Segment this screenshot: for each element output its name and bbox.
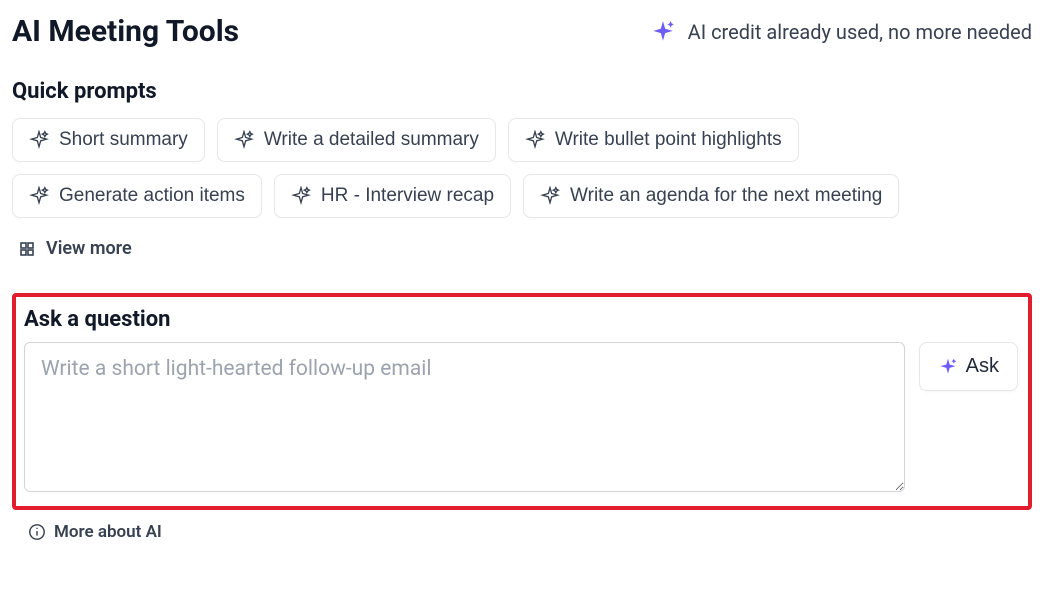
ask-button[interactable]: Ask	[919, 342, 1018, 391]
page-title: AI Meeting Tools	[12, 14, 239, 49]
sparkle-icon	[29, 186, 49, 206]
view-more-button[interactable]: View more	[12, 230, 138, 267]
sparkle-icon	[938, 357, 958, 377]
ask-heading: Ask a question	[24, 307, 1018, 332]
ask-button-label: Ask	[966, 355, 999, 378]
prompt-label: Generate action items	[59, 185, 245, 207]
sparkle-icon	[650, 19, 676, 45]
more-about-ai-label: More about AI	[54, 522, 162, 542]
sparkle-icon	[525, 130, 545, 150]
prompt-bullet-highlights[interactable]: Write bullet point highlights	[508, 118, 799, 162]
sparkle-icon	[291, 186, 311, 206]
prompt-label: Write an agenda for the next meeting	[570, 185, 882, 207]
quick-prompts-heading: Quick prompts	[12, 79, 1032, 104]
prompt-label: HR - Interview recap	[321, 185, 494, 207]
prompt-label: Short summary	[59, 129, 188, 151]
ask-question-section: Ask a question Ask	[12, 293, 1032, 510]
prompt-hr-interview-recap[interactable]: HR - Interview recap	[274, 174, 511, 218]
sparkle-icon	[540, 186, 560, 206]
info-icon	[28, 523, 46, 541]
prompt-label: Write a detailed summary	[264, 129, 479, 151]
quick-prompts-list: Short summary Write a detailed summary W…	[12, 118, 952, 267]
prompt-label: Write bullet point highlights	[555, 129, 782, 151]
prompt-agenda-next-meeting[interactable]: Write an agenda for the next meeting	[523, 174, 899, 218]
sparkle-icon	[234, 130, 254, 150]
credit-status: AI credit already used, no more needed	[650, 19, 1032, 45]
grid-icon	[18, 240, 36, 258]
sparkle-icon	[29, 130, 49, 150]
more-about-ai-link[interactable]: More about AI	[28, 522, 162, 542]
ask-input[interactable]	[24, 342, 905, 492]
prompt-detailed-summary[interactable]: Write a detailed summary	[217, 118, 496, 162]
prompt-short-summary[interactable]: Short summary	[12, 118, 205, 162]
view-more-label: View more	[46, 238, 132, 259]
credit-status-text: AI credit already used, no more needed	[688, 20, 1032, 44]
prompt-action-items[interactable]: Generate action items	[12, 174, 262, 218]
